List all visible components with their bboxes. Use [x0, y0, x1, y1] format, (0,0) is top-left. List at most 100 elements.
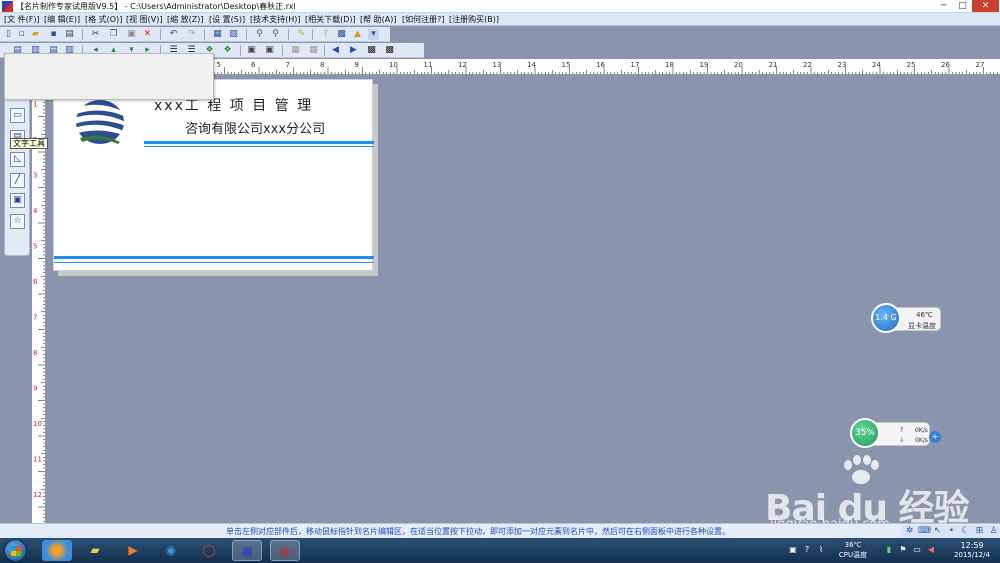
taskbar-card-maker-icon[interactable]: ▦: [232, 540, 262, 561]
tray-battery-icon[interactable]: ▮: [884, 545, 894, 555]
dot-icon[interactable]: •: [946, 526, 957, 537]
ruler-number: 7: [33, 314, 37, 322]
toolbar-separator: [324, 45, 325, 56]
download-speed: 0K/s: [915, 437, 928, 444]
settings-gear-icon[interactable]: ✲: [904, 526, 915, 537]
ruler-number: 17: [631, 61, 640, 69]
pointer-icon[interactable]: ↖: [932, 526, 943, 537]
ruler-number: 18: [665, 61, 674, 69]
tray-volume-icon[interactable]: ◀: [926, 545, 936, 555]
menu-settings[interactable]: [设 置(S)]: [209, 14, 245, 25]
window-title: 【名片制作专家试用版V9.5】 - C:\Users\Administrator…: [16, 2, 296, 11]
taskbar-player-icon[interactable]: ◉: [156, 540, 186, 561]
menu-edit[interactable]: [编 辑(E)]: [44, 14, 80, 25]
menu-file[interactable]: [文 件(F)]: [4, 14, 40, 25]
app-icon: [2, 1, 13, 12]
tray-signal-icon[interactable]: ⌇: [816, 545, 826, 555]
import-icon[interactable]: ▦: [212, 29, 223, 40]
card-divider-bottom-thin: [54, 262, 374, 263]
toolbar-separator: [312, 29, 313, 40]
start-button[interactable]: [4, 539, 27, 562]
print-preview-icon[interactable]: ▤: [64, 29, 75, 40]
menu-tech-support[interactable]: [技术支持(H)]: [250, 14, 301, 25]
layer-up-icon[interactable]: ▣: [246, 45, 257, 56]
undo-icon[interactable]: ↶: [168, 29, 179, 40]
system-tray: ▣ ? ⌇ 36℃ CPU温度 ▮ ⚑ ▭ ◀ 12:59 2015/12/4: [784, 540, 1000, 561]
card-divider-bottom: [54, 256, 374, 259]
gpu-temp-value: 46℃: [916, 311, 933, 319]
menu-downloads[interactable]: [相关下载(D)]: [305, 14, 356, 25]
open-folder-icon[interactable]: ▰: [30, 29, 41, 40]
taskbar-media-icon[interactable]: ▶: [118, 540, 148, 561]
ruler-number: 8: [33, 349, 37, 357]
tray-help-icon[interactable]: ?: [802, 545, 812, 555]
menu-format[interactable]: [格 式(O)]: [85, 14, 122, 25]
cpu-temp: 36℃: [844, 541, 862, 549]
zoom-in-icon[interactable]: ⚲: [254, 29, 265, 40]
tray-network-icon[interactable]: ▭: [912, 545, 922, 555]
dropdown-icon[interactable]: ▾: [368, 29, 379, 40]
new-file-icon[interactable]: ▯: [3, 29, 14, 40]
layer-down-icon[interactable]: ▣: [264, 45, 275, 56]
zoom-out-icon[interactable]: ⚲: [270, 29, 281, 40]
tooltip: 文字工具: [10, 138, 48, 149]
grid-icon[interactable]: ▦: [290, 45, 301, 56]
close-button[interactable]: ✕: [972, 0, 999, 12]
network-widget[interactable]: ↑ 0K/s ↓ 0K/s + 35%: [850, 418, 941, 448]
tray-flag-icon[interactable]: ⚑: [898, 545, 908, 555]
download-arrow-icon: ↓: [899, 436, 905, 444]
taskbar-app-ball-icon[interactable]: [42, 540, 72, 561]
tray-monitor-icon[interactable]: ▣: [788, 545, 798, 555]
ruler-number: 11: [33, 456, 42, 464]
next-page-icon[interactable]: ▶: [348, 45, 359, 56]
ruler-number: 27: [976, 61, 985, 69]
taskbar-opera-icon[interactable]: ◯: [194, 540, 224, 561]
line-tool-icon[interactable]: ╱: [10, 173, 25, 188]
clock-time[interactable]: 12:59: [950, 541, 994, 550]
minimize-button[interactable]: ─: [934, 0, 953, 12]
toolbar-separator: [282, 45, 283, 56]
qrcode-icon[interactable]: ▩: [366, 45, 377, 56]
export-icon[interactable]: ▧: [228, 29, 239, 40]
moon-icon[interactable]: ☾: [960, 526, 971, 537]
ruler-number: 4: [33, 207, 38, 215]
taskbar-explorer-icon[interactable]: ▰: [80, 540, 110, 561]
menu-how-register[interactable]: [如何注册?]: [402, 14, 445, 25]
paste-icon[interactable]: ▣: [126, 29, 137, 40]
ruler-number: 24: [872, 61, 881, 69]
star-tool-icon[interactable]: ☆: [10, 214, 25, 229]
copy-icon[interactable]: ❐: [108, 29, 119, 40]
gpu-temp-label: 显卡温度: [908, 322, 936, 330]
business-card[interactable]: xxx工 程 项 目 管 理 咨询有限公司xxx分公司: [53, 79, 374, 271]
maximize-button[interactable]: □: [953, 0, 972, 12]
new-icon[interactable]: ▫: [16, 29, 27, 40]
taskbar-app-icon[interactable]: ◍: [270, 540, 300, 561]
warning-icon[interactable]: ▲: [352, 29, 363, 40]
user-icon[interactable]: ♙: [988, 526, 999, 537]
snap-icon[interactable]: ▦: [308, 45, 319, 56]
ruler-number: 25: [907, 61, 916, 69]
save-icon[interactable]: ▪: [48, 29, 59, 40]
chart-tool-icon[interactable]: ◺: [10, 152, 25, 167]
accelerate-icon[interactable]: +: [929, 431, 941, 443]
clock-date[interactable]: 2015/12/4: [948, 551, 996, 559]
menu-zoom[interactable]: [缩 放(Z)]: [167, 14, 204, 25]
keyboard-icon[interactable]: ⌨: [918, 526, 931, 537]
ungroup-icon[interactable]: ❖: [222, 45, 233, 56]
text-tool-icon[interactable]: ▭: [10, 108, 25, 123]
barcode-icon[interactable]: ▩: [384, 45, 395, 56]
shape-tool-icon[interactable]: ▣: [10, 193, 25, 208]
redo-icon[interactable]: ↷: [186, 29, 197, 40]
menu-buy[interactable]: [注册购买(B)]: [449, 14, 499, 25]
card-company-line2[interactable]: 咨询有限公司xxx分公司: [185, 118, 325, 137]
cut-icon[interactable]: ✂: [90, 29, 101, 40]
prev-page-icon[interactable]: ◀: [330, 45, 341, 56]
help-icon[interactable]: ?: [320, 29, 331, 40]
grid-icon[interactable]: ⊞: [974, 526, 985, 537]
menu-view[interactable]: [视 图(V)]: [126, 14, 163, 25]
image-icon[interactable]: ▩: [336, 29, 347, 40]
pencil-icon[interactable]: ✎: [296, 29, 307, 40]
gpu-temp-widget[interactable]: 46℃ 显卡温度 1.4 G: [871, 303, 941, 333]
menu-help[interactable]: [帮 助(A)]: [360, 14, 397, 25]
delete-icon[interactable]: ✕: [142, 29, 153, 40]
